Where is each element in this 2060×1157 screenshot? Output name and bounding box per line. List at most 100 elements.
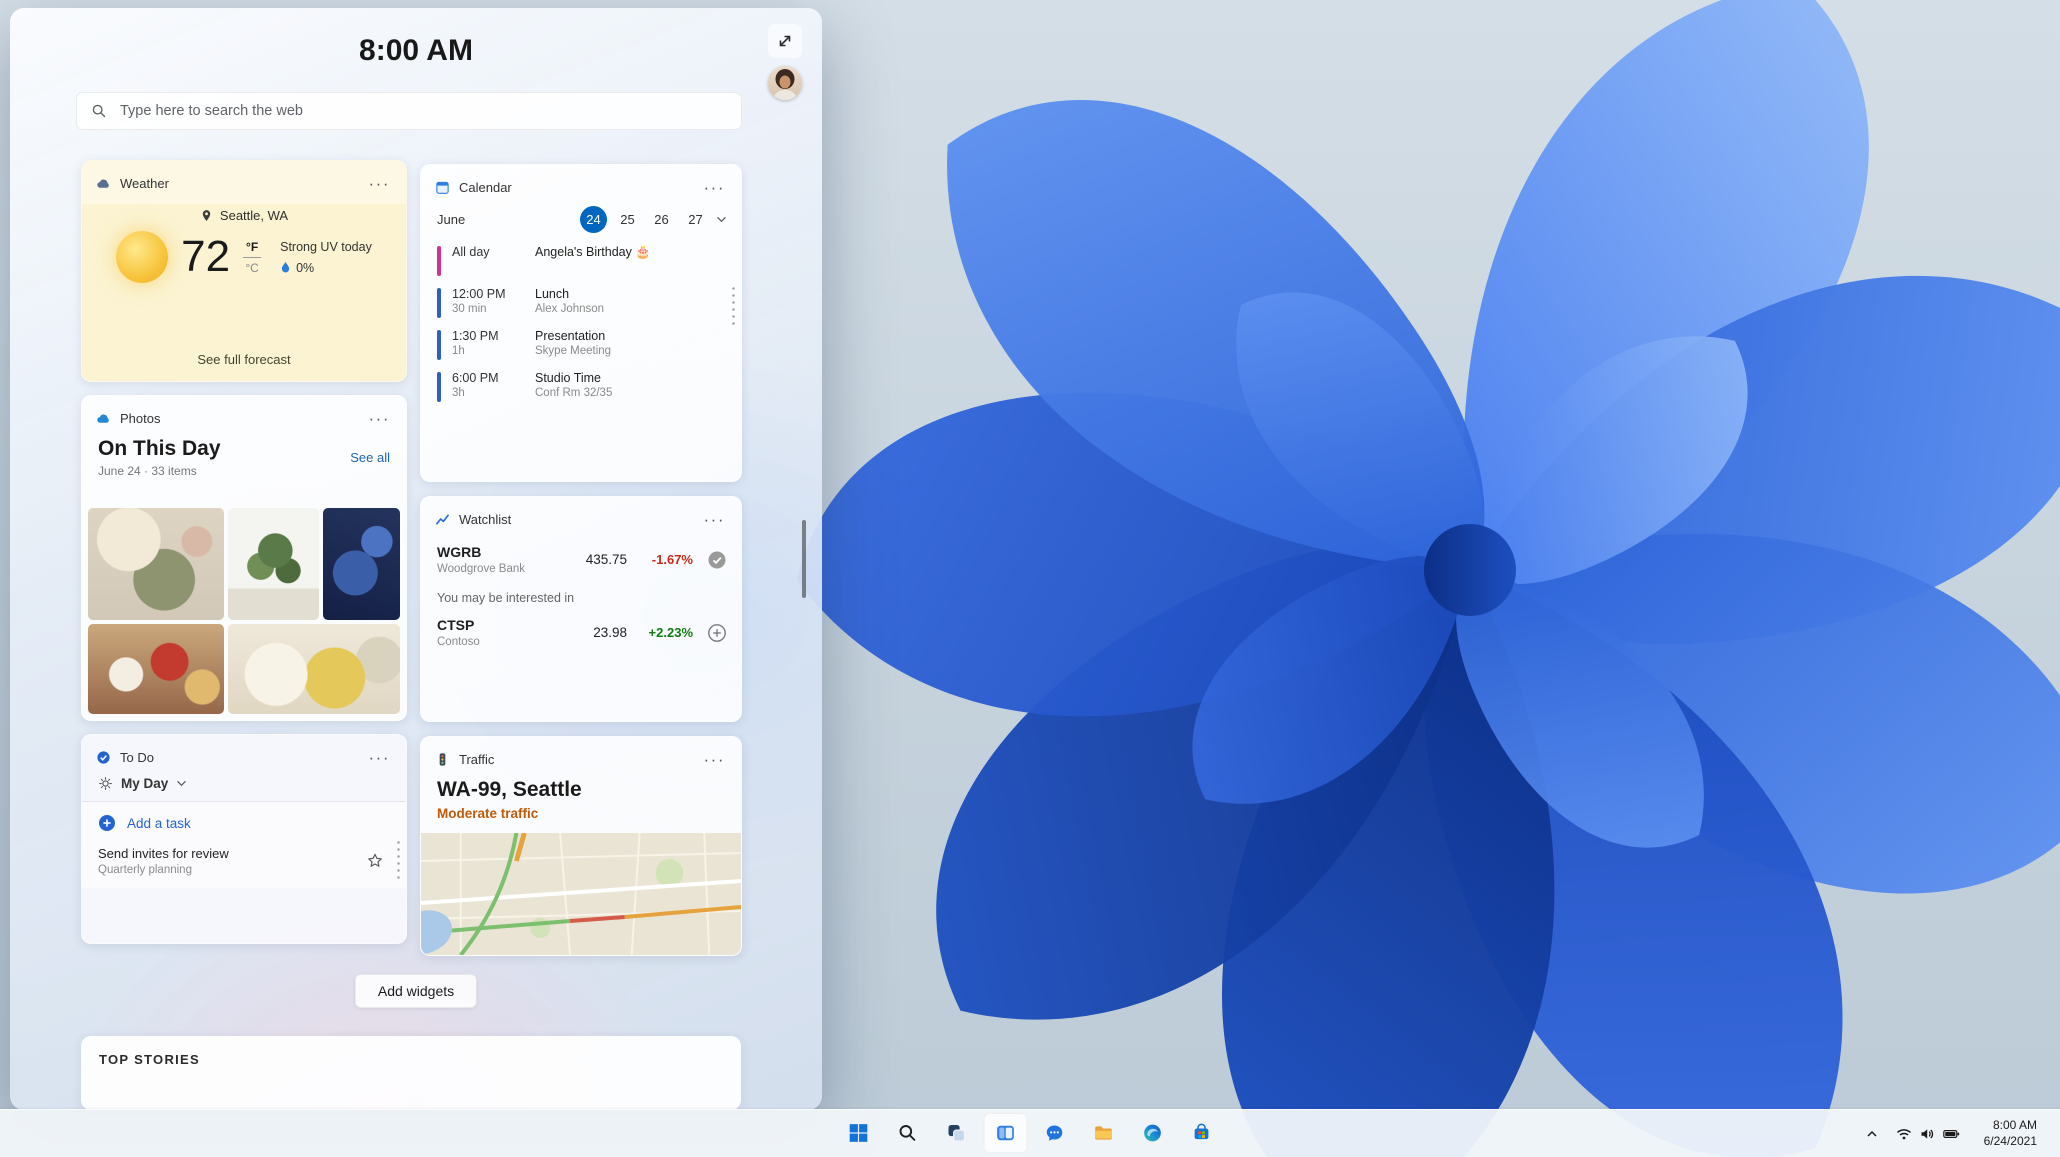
photos-more-button[interactable]: ··· [365, 408, 394, 429]
unit-fahrenheit[interactable]: °F [246, 240, 258, 254]
panel-clock: 8:00 AM [359, 34, 473, 67]
calendar-expand-button[interactable] [716, 216, 727, 223]
traffic-more-button[interactable]: ··· [700, 749, 729, 770]
watchlist-more-button[interactable]: ··· [700, 509, 729, 530]
calendar-more-button[interactable]: ··· [700, 177, 729, 198]
date-cell[interactable]: 26 [648, 206, 675, 233]
traffic-title: Traffic [459, 752, 495, 767]
photo-thumbnail-teapot[interactable] [88, 624, 225, 714]
traffic-map[interactable] [421, 833, 741, 955]
taskbar-search-button[interactable] [886, 1113, 930, 1153]
calendar-date-row: June 24 25 26 27 [421, 204, 741, 241]
chat-button[interactable] [1033, 1113, 1077, 1153]
date-cell[interactable]: 27 [682, 206, 709, 233]
stock-symbol: CTSP [437, 617, 475, 633]
event-time: 1:30 PM [452, 329, 499, 343]
top-stories-card[interactable]: TOP STORIES [81, 1036, 741, 1110]
task-row[interactable]: Send invites for review Quarterly planni… [82, 840, 406, 888]
clock-button[interactable]: 8:00 AM 6/24/2021 [1969, 1116, 2052, 1152]
todo-widget[interactable]: To Do ··· My Day Add a task Send invites… [81, 734, 407, 944]
check-circle-icon[interactable] [707, 550, 727, 570]
microsoft-store-button[interactable] [1180, 1113, 1224, 1153]
event-duration: 30 min [452, 303, 487, 315]
todo-list-selector[interactable]: My Day [82, 774, 406, 801]
expand-panel-button[interactable] [768, 24, 802, 58]
watchlist-widget[interactable]: Watchlist ··· WGRB Woodgrove Bank 435.75… [420, 496, 742, 722]
see-full-forecast-link[interactable]: See full forecast [82, 352, 406, 367]
search-input[interactable] [118, 102, 727, 120]
stock-row[interactable]: WGRB Woodgrove Bank 435.75 -1.67% [421, 536, 741, 579]
store-icon [1194, 1123, 1209, 1140]
photo-thumbnail-circles[interactable] [88, 508, 225, 621]
event-title: Presentation [535, 329, 606, 343]
unit-celsius[interactable]: °C [245, 261, 258, 275]
chat-icon [1046, 1125, 1063, 1141]
todo-more-button[interactable]: ··· [365, 747, 394, 768]
add-widgets-button[interactable]: Add widgets [354, 974, 478, 1008]
expand-icon [779, 35, 791, 47]
search-icon [899, 1125, 916, 1141]
event-duration: 1h [452, 345, 465, 357]
tray-date: 6/24/2021 [1983, 1133, 2037, 1148]
weather-title: Weather [120, 176, 169, 191]
panel-scrollbar[interactable] [802, 520, 806, 598]
battery-icon [1942, 1129, 1959, 1138]
temperature-value: 72 [181, 232, 231, 281]
date-cell-selected[interactable]: 24 [580, 206, 607, 233]
precipitation-row: 0% [280, 261, 372, 275]
unit-toggle[interactable]: °F °C [243, 240, 262, 275]
watchlist-header: Watchlist ··· [421, 497, 741, 536]
chevron-down-icon [177, 780, 187, 787]
stock-row[interactable]: CTSP Contoso 23.98 +2.23% [421, 609, 741, 652]
taskbar-center [837, 1113, 1224, 1153]
web-search-bar[interactable] [76, 92, 742, 130]
see-all-link[interactable]: See all [350, 450, 390, 465]
star-button[interactable] [360, 851, 390, 871]
widgets-button[interactable] [983, 1113, 1028, 1153]
add-task-label: Add a task [127, 815, 191, 831]
date-cell[interactable]: 25 [614, 206, 641, 233]
weather-location: Seattle, WA [219, 208, 289, 223]
event-color-bar [437, 288, 441, 318]
watchlist-title: Watchlist [459, 512, 512, 527]
scroll-dots[interactable] [732, 285, 735, 325]
photo-thumbnail-plant[interactable] [228, 508, 319, 621]
edge-browser-button[interactable] [1131, 1113, 1175, 1153]
add-task-button[interactable]: Add a task [82, 802, 406, 840]
weather-widget[interactable]: Weather ··· Seattle, WA 72 °F °C Strong … [81, 160, 407, 382]
calendar-widget[interactable]: Calendar ··· June 24 25 26 27 All day An… [420, 164, 742, 482]
start-button[interactable] [837, 1113, 881, 1153]
calendar-events: All day Angela's Birthday 🎂 12:00 PM 30 [421, 241, 741, 414]
calendar-event[interactable]: All day Angela's Birthday 🎂 [437, 245, 723, 276]
photos-subheading: June 24 · 33 items [98, 464, 197, 478]
event-subtitle: Skype Meeting [535, 345, 612, 357]
quick-settings-button[interactable] [1889, 1116, 1967, 1152]
user-avatar[interactable] [768, 66, 802, 100]
calendar-event[interactable]: 12:00 PM 30 min Lunch Alex Johnson [437, 287, 723, 318]
scroll-dots[interactable] [397, 839, 400, 879]
event-color-bar [437, 372, 441, 402]
todo-title: To Do [120, 750, 154, 765]
task-view-button[interactable] [935, 1113, 979, 1153]
add-to-watchlist-icon[interactable] [707, 623, 727, 643]
traffic-widget[interactable]: Traffic ··· WA-99, Seattle Moderate traf… [420, 736, 742, 956]
file-explorer-button[interactable] [1082, 1113, 1126, 1153]
traffic-light-icon [439, 753, 446, 766]
event-time: All day [452, 245, 490, 259]
calendar-event[interactable]: 6:00 PM 3h Studio Time Conf Rm 32/35 [437, 371, 723, 402]
photo-thumbnail-artwork[interactable] [322, 508, 400, 621]
calendar-event[interactable]: 1:30 PM 1h Presentation Skype Meeting [437, 329, 723, 360]
add-circle-icon [99, 815, 115, 831]
hidden-icons-button[interactable] [1857, 1116, 1887, 1152]
weather-condition-block: Strong UV today 0% [280, 240, 372, 275]
widgets-column-right: Calendar ··· June 24 25 26 27 All day An… [420, 164, 742, 956]
system-tray: 8:00 AM 6/24/2021 [1857, 1110, 2052, 1157]
photo-thumbnail-cushions[interactable] [228, 624, 400, 714]
chart-line-icon [436, 514, 449, 525]
traffic-header: Traffic ··· [421, 737, 741, 776]
search-icon [92, 104, 106, 118]
event-time: 12:00 PM [452, 287, 506, 301]
map-graphic [421, 833, 741, 955]
weather-more-button[interactable]: ··· [365, 173, 394, 194]
photos-widget[interactable]: Photos ··· On This Day June 24 · 33 item… [81, 395, 407, 721]
